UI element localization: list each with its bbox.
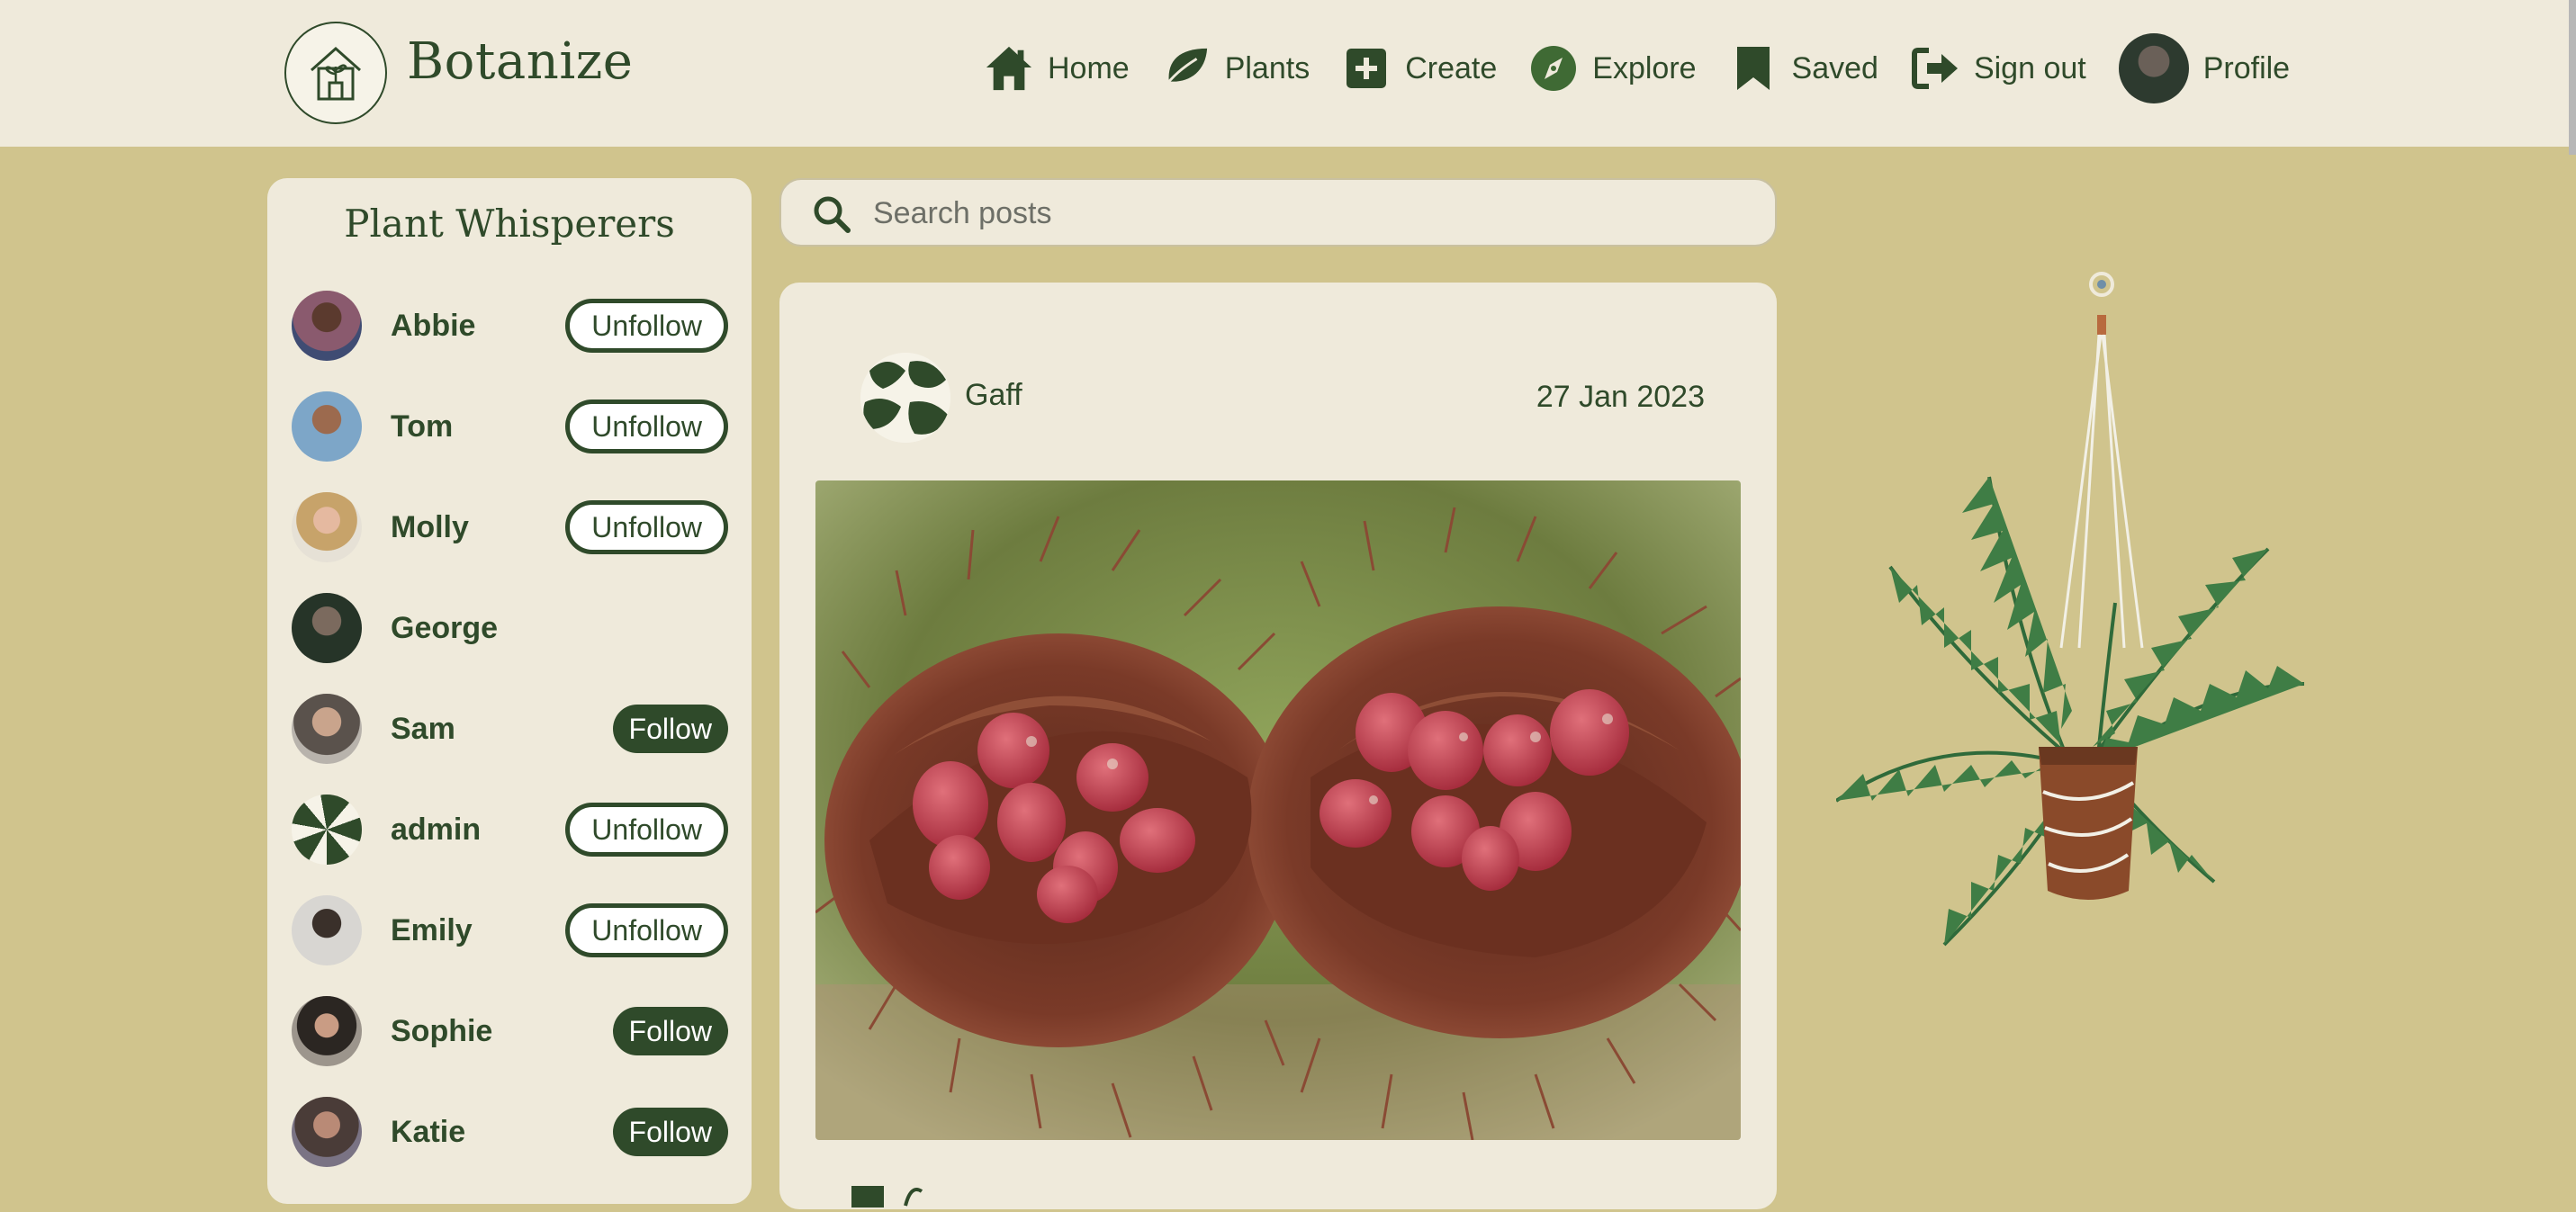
avatar [292,795,362,865]
nav-create-label: Create [1405,50,1498,85]
follow-button[interactable]: Follow [612,705,728,753]
nav-profile[interactable]: Profile [2118,33,2291,103]
nav-plants[interactable]: Plants [1162,44,1311,93]
search-icon [814,196,851,233]
house-plant-logo-icon [311,46,361,101]
avatar [292,593,362,663]
user-name: Tom [391,408,454,444]
panel-title: Plant Whisperers [344,202,675,246]
brand-name[interactable]: Botanize [407,32,633,91]
bookmark-icon [1729,44,1778,93]
leaf-icon [1162,44,1211,93]
user-row[interactable]: George [292,592,728,664]
search-input[interactable] [871,189,1739,238]
follow-button[interactable]: Follow [612,1108,728,1156]
unfollow-button[interactable]: Unfollow [565,803,728,857]
user-row[interactable]: Molly Unfollow [292,491,728,563]
nav-plants-label: Plants [1224,50,1311,85]
user-name: Emily [391,912,473,947]
user-row[interactable]: Sam Follow [292,693,728,765]
unfollow-button[interactable]: Unfollow [565,500,728,554]
nav-sign-out-label: Sign out [1973,50,2086,85]
hanging-plant-illustration [1834,261,2322,963]
bookmark-icon[interactable] [851,1181,932,1208]
nav-create[interactable]: Create [1342,44,1497,93]
user-row[interactable]: Abbie Unfollow [292,290,728,362]
top-navbar: Botanize Home Plants Create Explore Save… [0,0,2576,147]
home-icon [985,44,1033,93]
avatar [292,996,362,1066]
nav-home[interactable]: Home [985,44,1130,93]
nav-sign-out[interactable]: Sign out [1911,44,2086,93]
post-author[interactable]: Gaff [965,378,1022,413]
author-avatar[interactable] [860,353,950,443]
compass-icon [1529,44,1578,93]
avatar [292,694,362,764]
user-name: admin [391,812,482,847]
user-row[interactable]: Katie Follow [292,1096,728,1168]
post-image[interactable] [815,480,1741,1140]
scrollbar[interactable] [2569,0,2576,155]
follow-button[interactable]: Follow [612,1007,728,1055]
user-row[interactable]: admin Unfollow [292,794,728,866]
unfollow-button[interactable]: Unfollow [565,903,728,957]
user-row[interactable]: Tom Unfollow [292,391,728,462]
nav-saved-label: Saved [1791,50,1878,85]
user-name: Molly [391,509,469,544]
post-actions[interactable] [851,1181,932,1208]
post-date: 27 Jan 2023 [1536,380,1705,414]
user-row[interactable]: Emily Unfollow [292,894,728,966]
nav-menu: Home Plants Create Explore Saved Sign ou… [985,33,2322,103]
plant-whisperers-panel: Plant Whisperers Abbie Unfollow Tom Unfo… [267,178,752,1204]
post-card: Gaff 27 Jan 2023 [779,283,1777,1209]
nav-explore[interactable]: Explore [1529,44,1697,93]
avatar [292,492,362,562]
avatar [292,391,362,462]
user-name: Sam [391,711,455,746]
nav-home-label: Home [1048,50,1130,85]
unfollow-button[interactable]: Unfollow [565,299,728,353]
nav-saved[interactable]: Saved [1729,44,1878,93]
avatar [292,1097,362,1167]
avatar [292,291,362,361]
botanize-logo[interactable] [284,22,387,124]
unfollow-button[interactable]: Unfollow [565,400,728,453]
search-bar [779,178,1777,247]
avatar [292,895,362,965]
user-name: George [391,610,499,645]
user-name: Abbie [391,308,476,343]
profile-avatar [2118,33,2189,103]
nav-explore-label: Explore [1592,50,1697,85]
user-row[interactable]: Sophie Follow [292,995,728,1067]
sign-out-icon [1911,44,1959,93]
user-name: Katie [391,1114,466,1149]
user-name: Sophie [391,1013,493,1048]
nav-profile-label: Profile [2202,50,2291,85]
plus-square-icon [1342,44,1391,93]
